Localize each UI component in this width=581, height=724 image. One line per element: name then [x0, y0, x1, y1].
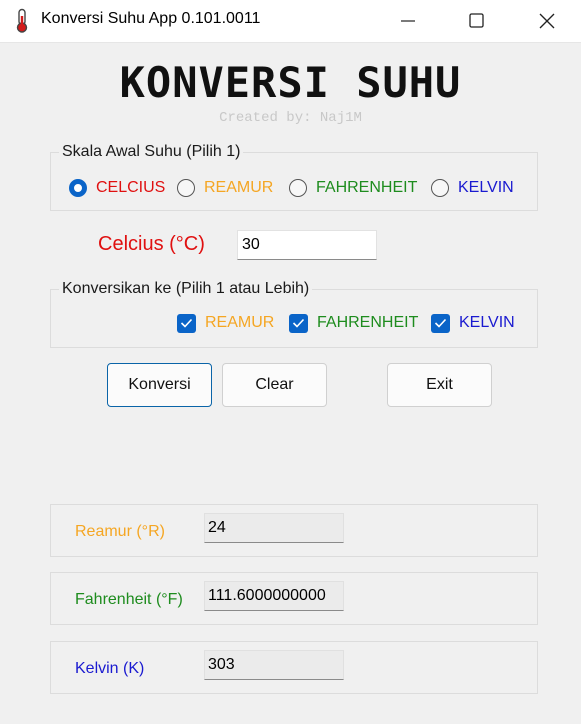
radio-celcius-label: CELCIUS: [96, 179, 166, 196]
minimize-button[interactable]: [384, 0, 432, 42]
thermometer-icon: [12, 8, 32, 34]
radio-reamur[interactable]: REAMUR: [177, 177, 273, 199]
target-scale-group: Konversikan ke (Pilih 1 atau Lebih) REAM…: [50, 280, 538, 348]
radio-unselected-icon: [177, 179, 195, 197]
source-scale-group: Skala Awal Suhu (Pilih 1) CELCIUS REAMUR…: [50, 143, 538, 211]
temperature-input[interactable]: 30: [237, 230, 377, 260]
app-heading: KONVERSI SUHU: [119, 58, 462, 107]
radio-celcius[interactable]: CELCIUS: [69, 177, 165, 199]
window-title: Konversi Suhu App 0.101.0011: [41, 10, 261, 27]
result-fahrenheit-value[interactable]: 111.6000000000: [204, 581, 344, 611]
checkbox-fahrenheit-label: FAHRENHEIT: [317, 314, 419, 331]
result-kelvin: Kelvin (K) 303: [50, 641, 538, 694]
title-bar: Konversi Suhu App 0.101.0011: [0, 0, 581, 43]
checkbox-fahrenheit[interactable]: FAHRENHEIT: [289, 312, 418, 334]
maximize-icon: [469, 13, 484, 28]
result-fahrenheit: Fahrenheit (°F) 111.6000000000: [50, 572, 538, 625]
result-reamur: Reamur (°R) 24: [50, 504, 538, 557]
checkmark-icon: [177, 313, 196, 333]
checkbox-reamur-label: REAMUR: [205, 314, 275, 331]
convert-button[interactable]: Konversi: [107, 363, 212, 407]
radio-kelvin-label: KELVIN: [458, 179, 514, 196]
checkbox-reamur[interactable]: REAMUR: [177, 312, 274, 334]
close-button[interactable]: [522, 0, 570, 42]
result-reamur-label: Reamur (°R): [75, 523, 165, 540]
source-scale-legend: Skala Awal Suhu (Pilih 1): [59, 143, 244, 161]
result-kelvin-value[interactable]: 303: [204, 650, 344, 680]
maximize-button[interactable]: [452, 0, 500, 42]
result-reamur-value[interactable]: 24: [204, 513, 344, 543]
result-fahrenheit-label: Fahrenheit (°F): [75, 591, 183, 608]
exit-button[interactable]: Exit: [387, 363, 492, 407]
radio-unselected-icon: [289, 179, 307, 197]
radio-unselected-icon: [431, 179, 449, 197]
close-icon: [539, 13, 555, 29]
checkbox-kelvin[interactable]: KELVIN: [431, 312, 515, 334]
checkbox-kelvin-label: KELVIN: [459, 314, 515, 331]
radio-fahrenheit-label: FAHRENHEIT: [316, 179, 418, 196]
checkmark-icon: [289, 313, 308, 333]
checkmark-icon: [431, 313, 450, 333]
radio-reamur-label: REAMUR: [204, 179, 274, 196]
minimize-icon: [401, 20, 415, 22]
result-kelvin-label: Kelvin (K): [75, 660, 145, 677]
radio-kelvin[interactable]: KELVIN: [431, 177, 514, 199]
clear-button[interactable]: Clear: [222, 363, 327, 407]
radio-fahrenheit[interactable]: FAHRENHEIT: [289, 177, 417, 199]
target-scale-legend: Konversikan ke (Pilih 1 atau Lebih): [59, 280, 313, 298]
app-credit: Created by: Naj1M: [219, 110, 362, 126]
input-temperature-label: Celcius (°C): [98, 233, 205, 255]
radio-selected-icon: [69, 179, 87, 197]
